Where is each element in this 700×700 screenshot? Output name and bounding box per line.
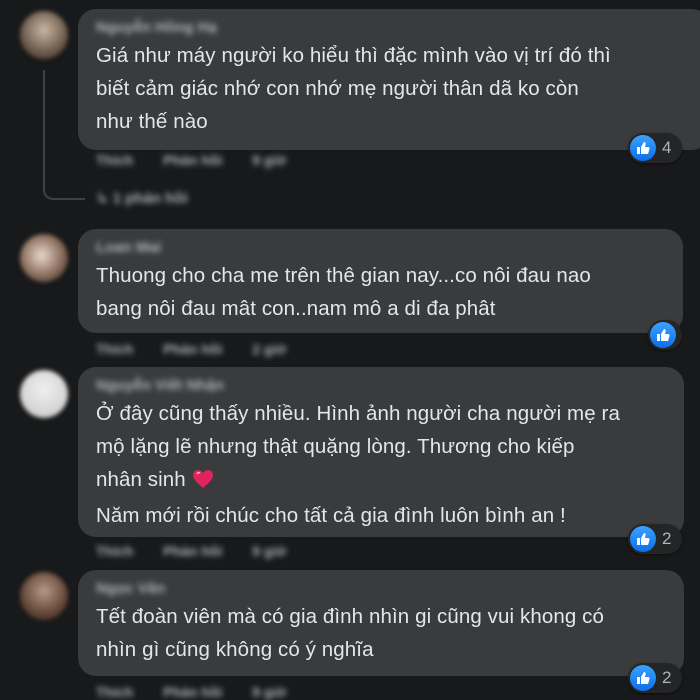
comment-time[interactable]: 9 giờ	[252, 684, 286, 700]
comment-text-line: Ở đây cũng thấy nhiều. Hình ảnh người ch…	[96, 402, 620, 425]
comment-actions: Thích Phản hồi 2 giờ	[96, 341, 312, 357]
reaction-summary[interactable]: 2	[628, 663, 682, 693]
avatar[interactable]	[20, 572, 68, 620]
comment-author[interactable]: Ngọc Vân	[96, 578, 668, 600]
comment-author[interactable]: Nguyễn Viết Nhận	[96, 375, 668, 397]
thread-hook	[43, 168, 85, 200]
comment-text: Thuong cho cha me trên thê gian nay...co…	[96, 264, 591, 320]
comment-time[interactable]: 9 giờ	[252, 543, 286, 559]
avatar[interactable]	[20, 370, 68, 418]
comment-text: Giá như máy người ko hiểu thì đặc mình v…	[96, 44, 611, 133]
comment-time[interactable]: 2 giờ	[252, 341, 286, 357]
reaction-count: 2	[662, 529, 672, 548]
like-action[interactable]: Thích	[96, 152, 133, 168]
comment-time[interactable]: 9 giờ	[252, 152, 286, 168]
like-icon	[630, 665, 656, 691]
comment-actions: Thích Phản hồi 9 giờ	[96, 684, 312, 700]
comment-text-line: mộ lặng lẽ nhưng thật quặng lòng. Thương…	[96, 435, 575, 458]
reply-action[interactable]: Phản hồi	[163, 684, 222, 700]
replies-arrow-icon: ↳	[96, 190, 113, 207]
heart-icon	[192, 466, 214, 499]
comment-bubble: Loan Mai Thuong cho cha me trên thê gian…	[78, 229, 683, 333]
reply-action[interactable]: Phản hồi	[163, 341, 222, 357]
like-icon	[630, 135, 656, 161]
like-action[interactable]: Thích	[96, 543, 133, 559]
comment-text-line: nhân sinh	[96, 468, 186, 491]
reply-action[interactable]: Phản hồi	[163, 543, 222, 559]
comment-actions: Thích Phản hồi 9 giờ	[96, 543, 312, 559]
reaction-summary[interactable]: 4	[628, 133, 682, 163]
avatar[interactable]	[20, 11, 68, 59]
comment-author[interactable]: Loan Mai	[96, 237, 667, 259]
comment-actions: Thích Phản hồi 9 giờ	[96, 152, 312, 168]
comment-bubble: Ngọc Vân Tết đoàn viên mà có gia đình nh…	[78, 570, 684, 676]
replies-count: 1 phản hồi	[112, 190, 188, 207]
thread-line	[43, 70, 45, 170]
reply-action[interactable]: Phản hồi	[163, 152, 222, 168]
like-action[interactable]: Thích	[96, 684, 133, 700]
avatar[interactable]	[20, 234, 68, 282]
comment-author[interactable]: Nguyễn Hồng Hạ	[96, 17, 694, 39]
reaction-count: 4	[662, 138, 672, 157]
like-icon	[630, 526, 656, 552]
comment-text: Ở đây cũng thấy nhiều. Hình ảnh người ch…	[96, 397, 668, 532]
like-icon	[650, 322, 676, 348]
comment-bubble: Nguyễn Viết Nhận Ở đây cũng thấy nhiều. …	[78, 367, 684, 537]
view-replies-link[interactable]: ↳ 1 phản hồi	[96, 189, 188, 207]
comment-bubble: Nguyễn Hồng Hạ Giá như máy người ko hiểu…	[78, 9, 700, 150]
reaction-summary[interactable]	[648, 320, 682, 350]
like-action[interactable]: Thích	[96, 341, 133, 357]
comment-text-line: Năm mới rồi chúc cho tất cả gia đình luô…	[96, 504, 566, 527]
reaction-summary[interactable]: 2	[628, 524, 682, 554]
reaction-count: 2	[662, 668, 672, 687]
comment-text: Tết đoàn viên mà có gia đình nhìn gi cũn…	[96, 605, 604, 661]
